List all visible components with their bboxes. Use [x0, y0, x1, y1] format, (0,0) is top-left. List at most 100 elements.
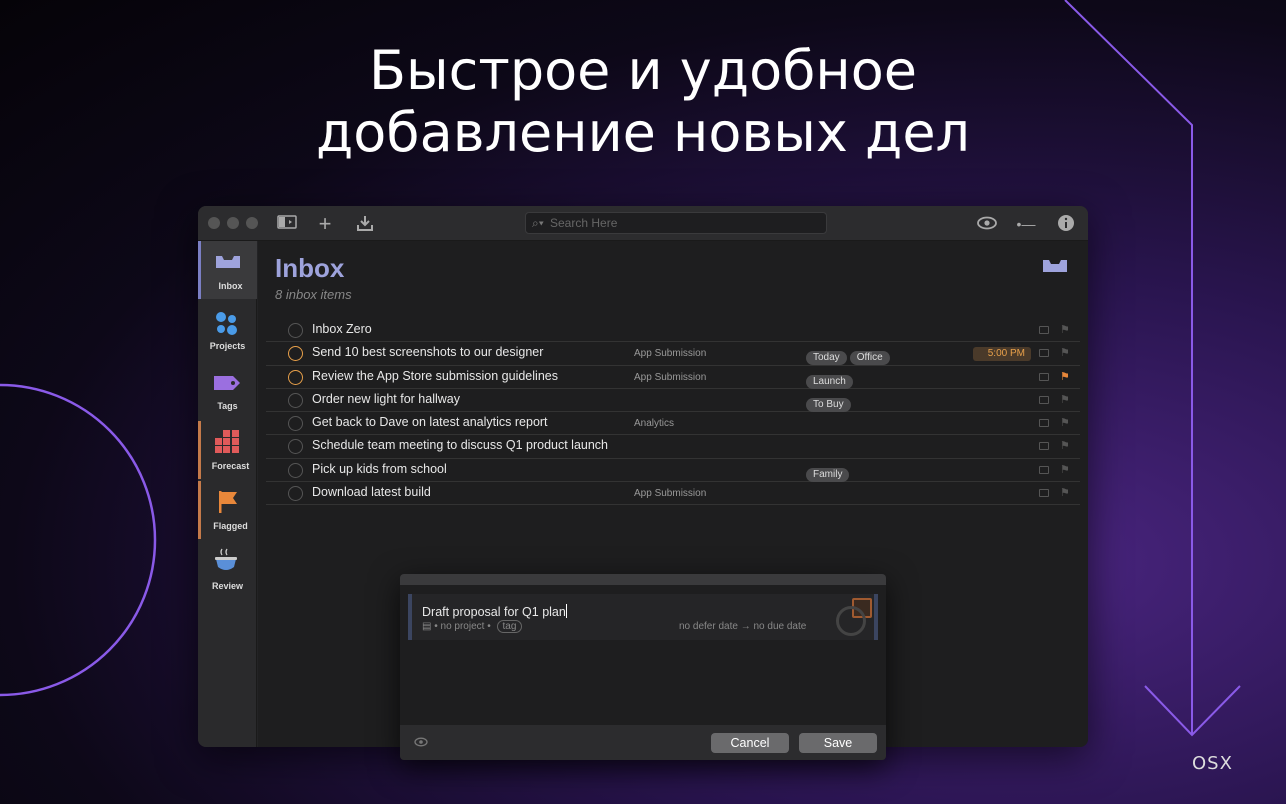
task-title[interactable]: Order new light for hallway [312, 392, 460, 406]
headline-line-1: Быстрое и удобное [369, 39, 917, 102]
task-project[interactable]: App Submission [634, 348, 706, 359]
project-field[interactable]: no project [441, 621, 485, 632]
headline-line-2: добавление новых дел [315, 101, 971, 164]
minimize-window-button[interactable] [227, 217, 239, 229]
flag-icon[interactable]: ⚑ [1060, 463, 1070, 476]
inbox-tray-icon [216, 256, 240, 268]
task-row[interactable]: Review the App Store submission guidelin… [266, 366, 1080, 389]
flag-icon[interactable]: ⚑ [1060, 486, 1070, 499]
task-checkbox[interactable] [288, 416, 303, 432]
eye-icon[interactable] [414, 736, 428, 750]
task-project[interactable]: App Submission [634, 372, 706, 383]
sidebar-item-inbox[interactable]: Inbox [198, 241, 257, 299]
page-subtitle: 8 inbox items [275, 287, 352, 302]
due-badge[interactable]: 5:00 PM [973, 347, 1031, 362]
task-tags: Launch [806, 371, 856, 389]
tag-badge[interactable]: To Buy [806, 397, 851, 412]
tag-badge[interactable]: Today [806, 351, 847, 366]
task-row[interactable]: Send 10 best screenshots to our designer… [266, 342, 1080, 366]
titlebar: + ⌕▾ Search Here •— [198, 206, 1088, 241]
task-row[interactable]: Pick up kids from school Family ⚑ [266, 459, 1080, 483]
task-checkbox[interactable] [288, 439, 303, 455]
task-checkbox[interactable] [288, 369, 303, 385]
task-title[interactable]: Review the App Store submission guidelin… [312, 369, 558, 383]
info-icon[interactable] [1056, 214, 1076, 234]
defer-date-field[interactable]: no defer date [679, 621, 738, 632]
task-title[interactable]: Send 10 best screenshots to our designer [312, 345, 543, 359]
note-icon[interactable]: ▤ [422, 621, 431, 632]
sidebar-item-tags[interactable]: Tags [198, 361, 257, 419]
flag-icon[interactable]: ⚑ [1060, 439, 1070, 452]
sidebar-item-flagged[interactable]: Flagged [198, 481, 257, 539]
note-icon[interactable] [1039, 489, 1049, 498]
task-row[interactable]: Download latest build App Submission ⚑ [266, 482, 1080, 506]
note-icon[interactable] [1039, 372, 1049, 381]
search-icon: ⌕▾ [532, 216, 544, 230]
plus-icon[interactable]: + [315, 213, 335, 235]
flag-icon[interactable]: ⚑ [1060, 416, 1070, 429]
quick-entry-dates: no defer date → no due date [679, 621, 806, 632]
tag-field[interactable]: tag [496, 620, 523, 633]
task-title[interactable]: Schedule team meeting to discuss Q1 prod… [312, 438, 608, 452]
cancel-button[interactable]: Cancel [711, 733, 789, 753]
sidebar-item-label: Inbox [218, 281, 243, 291]
sidebar-item-forecast[interactable]: Forecast [198, 421, 257, 479]
task-row[interactable]: Get back to Dave on latest analytics rep… [266, 412, 1080, 436]
task-row[interactable]: Order new light for hallway To Buy ⚑ [266, 389, 1080, 413]
task-project[interactable]: Analytics [634, 418, 674, 429]
task-row[interactable]: Schedule team meeting to discuss Q1 prod… [266, 435, 1080, 459]
sidebar-item-review[interactable]: Review [198, 541, 257, 599]
sidebar-item-label: Tags [217, 401, 238, 411]
watermark: OSX [1192, 753, 1233, 774]
task-checkbox[interactable] [288, 462, 303, 478]
sidebar-toggle-icon[interactable] [277, 214, 297, 234]
quick-entry-header [400, 574, 886, 585]
note-icon[interactable] [1039, 349, 1049, 358]
close-window-button[interactable] [208, 217, 220, 229]
note-icon[interactable] [1039, 465, 1049, 474]
headline: Быстрое и удобное добавление новых дел [0, 40, 1286, 164]
due-date-field[interactable]: no due date [754, 621, 807, 632]
projects-dots-icon [216, 312, 237, 335]
task-title[interactable]: Pick up kids from school [312, 462, 447, 476]
note-icon[interactable] [1039, 419, 1049, 428]
flag-icon[interactable]: ⚑ [1060, 346, 1070, 359]
eye-icon[interactable] [977, 214, 997, 234]
note-icon[interactable] [1039, 326, 1049, 334]
zoom-window-button[interactable] [246, 217, 258, 229]
search-input[interactable]: ⌕▾ Search Here [525, 212, 827, 234]
dash-icon[interactable]: •— [1016, 214, 1036, 234]
task-project[interactable]: App Submission [634, 488, 706, 499]
quick-entry-panel: Draft proposal for Q1 plan ▤ • no projec… [400, 574, 886, 760]
task-title[interactable]: Inbox Zero [312, 322, 372, 336]
task-checkbox[interactable] [288, 323, 303, 338]
sidebar-item-label: Forecast [211, 461, 250, 471]
sidebar-item-projects[interactable]: Projects [198, 301, 257, 359]
text-cursor [565, 604, 567, 618]
flag-icon[interactable]: ⚑ [1060, 370, 1070, 383]
tag-badge[interactable]: Family [806, 467, 850, 482]
page-title: Inbox [275, 253, 345, 283]
note-icon[interactable] [1039, 395, 1049, 404]
task-row[interactable]: Inbox Zero ⚑ [266, 319, 1080, 343]
task-title[interactable]: Get back to Dave on latest analytics rep… [312, 415, 548, 429]
save-button[interactable]: Save [799, 733, 877, 753]
flag-icon[interactable]: ⚑ [1060, 323, 1070, 336]
task-checkbox[interactable] [288, 392, 303, 408]
task-title[interactable]: Download latest build [312, 485, 431, 499]
inbox-download-icon[interactable] [355, 214, 375, 234]
quick-entry-title-input[interactable]: Draft proposal for Q1 plan [422, 604, 567, 619]
flag-icon[interactable]: ⚑ [1060, 393, 1070, 406]
status-circle[interactable] [836, 606, 866, 636]
note-icon[interactable] [1039, 442, 1049, 451]
tag-badge[interactable]: Launch [806, 374, 853, 389]
task-tags: Today Office [806, 347, 893, 366]
sidebar: Inbox Projects Tags Forecast Flagged Rev… [198, 241, 257, 747]
tag-badge[interactable]: Office [849, 351, 890, 366]
task-checkbox[interactable] [288, 486, 303, 502]
inbox-tray-icon [1043, 260, 1067, 272]
task-checkbox[interactable] [288, 346, 303, 362]
task-list: Inbox Zero ⚑ Send 10 best screenshots to… [266, 319, 1080, 506]
sidebar-item-label: Flagged [213, 521, 248, 531]
quick-entry-row[interactable]: Draft proposal for Q1 plan ▤ • no projec… [408, 594, 878, 640]
